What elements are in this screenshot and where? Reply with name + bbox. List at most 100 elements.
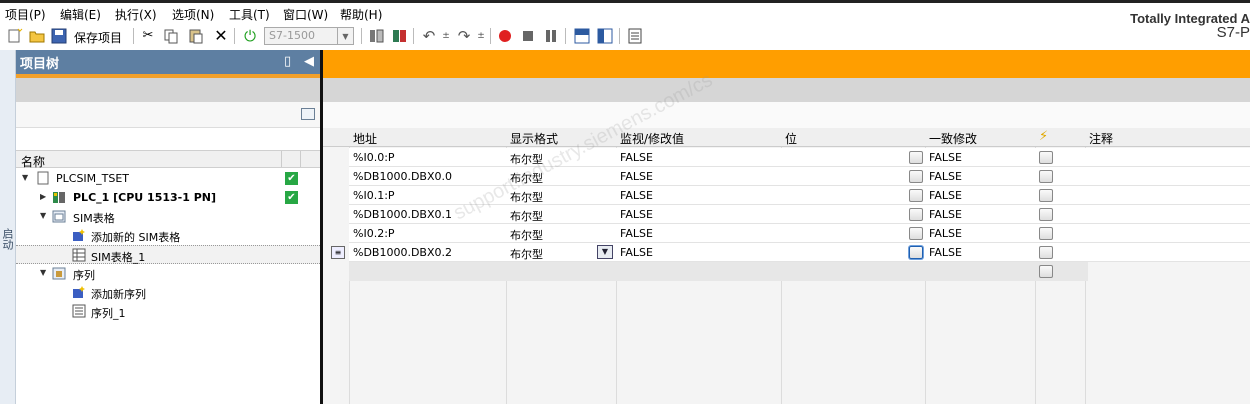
new-project-icon[interactable] [6, 27, 24, 45]
tree-item-sim-table-1[interactable]: SIM表格_1 [16, 245, 320, 264]
save-project-icon[interactable] [50, 27, 68, 45]
bit-column-header[interactable]: 位 [785, 130, 797, 147]
menu-tools[interactable]: 工具(T) [229, 6, 270, 23]
tree-item-sequence-1[interactable]: 序列_1 [16, 302, 320, 321]
format-cell[interactable]: 布尔型 [510, 246, 543, 262]
undo-dropdown-icon[interactable]: ± [437, 27, 455, 45]
address-column-header[interactable]: 地址 [353, 130, 377, 147]
pause-icon[interactable] [542, 27, 560, 45]
menu-project[interactable]: 项目(P) [5, 6, 46, 23]
redo-dropdown-icon[interactable]: ± [472, 27, 490, 45]
address-cell[interactable]: %DB1000.DBX0.1 [353, 208, 452, 221]
trigger-checkbox[interactable] [1039, 227, 1053, 240]
pin-icon[interactable]: ▯ [284, 54, 291, 69]
table-row[interactable]: %I0.2:P 布尔型 FALSE FALSE [349, 224, 1250, 243]
bit-checkbox[interactable] [909, 246, 923, 259]
consistent-value-cell[interactable]: FALSE [929, 170, 962, 183]
address-cell[interactable]: %I0.0:P [353, 151, 395, 164]
bit-checkbox[interactable] [909, 170, 923, 183]
device-config-icon[interactable] [368, 27, 386, 45]
bit-checkbox[interactable] [909, 151, 923, 164]
copy-icon[interactable] [162, 27, 180, 45]
consistent-modify-column-header[interactable]: 一致修改 [929, 130, 977, 147]
toolbar-separator [619, 28, 620, 44]
format-column-header[interactable]: 显示格式 [510, 130, 558, 147]
lightning-icon[interactable]: ⚡ [1039, 129, 1048, 144]
monitor-value-cell[interactable]: FALSE [620, 170, 653, 183]
address-cell[interactable]: %I0.1:P [353, 189, 395, 202]
address-cell[interactable]: %I0.2:P [353, 227, 395, 240]
monitor-value-cell[interactable]: FALSE [620, 151, 653, 164]
consistent-value-cell[interactable]: FALSE [929, 227, 962, 240]
side-tab-label: 启动 [1, 228, 14, 250]
bit-checkbox[interactable] [909, 208, 923, 221]
split-horizontal-icon[interactable] [573, 27, 591, 45]
table-row[interactable]: %I0.0:P 布尔型 FALSE FALSE [349, 148, 1250, 167]
device-select[interactable]: S7-1500 ▼ [264, 27, 354, 45]
menu-execute[interactable]: 执行(X) [115, 6, 157, 23]
menu-help[interactable]: 帮助(H) [340, 6, 382, 23]
redo-icon[interactable]: ↷ [455, 27, 473, 45]
table-row[interactable]: %DB1000.DBX0.0 布尔型 FALSE FALSE [349, 167, 1250, 186]
row-selector-icon[interactable]: ≡ [331, 246, 345, 259]
format-dropdown-button[interactable]: ▼ [597, 245, 613, 259]
record-icon[interactable] [496, 27, 514, 45]
tree-item-sim-tables[interactable]: ▼ SIM表格 [16, 207, 320, 226]
monitor-value-cell[interactable]: FALSE [620, 246, 653, 259]
device-select-value: S7-1500 [269, 29, 315, 42]
menu-edit[interactable]: 编辑(E) [60, 6, 101, 23]
properties-icon[interactable] [626, 27, 644, 45]
address-cell[interactable]: %DB1000.DBX0.0 [353, 170, 452, 183]
tree-item-add-sequence[interactable]: 添加新序列 [16, 283, 320, 302]
stop-icon[interactable] [519, 27, 537, 45]
collapse-panel-icon[interactable]: ◀ [304, 54, 314, 69]
expand-arrow-icon[interactable]: ▼ [40, 211, 46, 220]
sim-folder-icon [52, 209, 66, 223]
expand-arrow-icon[interactable]: ▶ [40, 192, 46, 201]
consistent-value-cell[interactable]: FALSE [929, 246, 962, 259]
open-project-icon[interactable] [28, 27, 46, 45]
toolbar: 保存项目 ✂ ✕ ⏻ S7-1500 ▼ ↶ ± ↷ ± [0, 24, 1110, 48]
monitor-value-cell[interactable]: FALSE [620, 189, 653, 202]
menu-options[interactable]: 选项(N) [172, 6, 214, 23]
paste-icon[interactable] [187, 27, 205, 45]
consistent-value-cell[interactable]: FALSE [929, 208, 962, 221]
tree-item-project[interactable]: ▼ PLCSIM_TSET ✔ [16, 169, 320, 188]
tree-item-add-sim-table[interactable]: 添加新的 SIM表格 [16, 226, 320, 245]
save-project-button[interactable]: 保存项目 [74, 29, 122, 46]
start-side-tab[interactable]: 启动 [0, 50, 16, 404]
new-entry-row[interactable] [349, 262, 1088, 281]
monitor-value-cell[interactable]: FALSE [620, 208, 653, 221]
power-icon[interactable]: ⏻ [241, 27, 259, 45]
comment-column-header[interactable]: 注释 [1089, 130, 1113, 147]
address-cell[interactable]: %DB1000.DBX0.2 [353, 246, 452, 259]
project-tree-spacer [16, 78, 320, 102]
network-view-icon[interactable] [391, 27, 409, 45]
trigger-checkbox[interactable] [1039, 170, 1053, 183]
tree-view-options-icon[interactable] [301, 108, 315, 120]
trigger-checkbox[interactable] [1039, 151, 1053, 164]
bit-checkbox[interactable] [909, 189, 923, 202]
bit-checkbox[interactable] [909, 227, 923, 240]
tree-item-label: 添加新序列 [91, 288, 146, 301]
split-vertical-icon[interactable] [596, 27, 614, 45]
tree-item-plc[interactable]: ▶ PLC_1 [CPU 1513-1 PN] ✔ [16, 188, 320, 207]
trigger-checkbox[interactable] [1039, 265, 1053, 278]
menu-window[interactable]: 窗口(W) [283, 6, 328, 23]
project-tree-title: 项目树 [20, 57, 60, 72]
format-cell[interactable]: 布尔型 [510, 227, 543, 243]
expand-arrow-icon[interactable]: ▼ [40, 268, 46, 277]
tree-item-sequences[interactable]: ▼ 序列 [16, 264, 320, 283]
table-row[interactable]: %DB1000.DBX0.2 布尔型 ▼ FALSE FALSE [349, 243, 1250, 262]
trigger-checkbox[interactable] [1039, 246, 1053, 259]
cut-icon[interactable]: ✂ [139, 27, 157, 45]
consistent-value-cell[interactable]: FALSE [929, 151, 962, 164]
trigger-checkbox[interactable] [1039, 208, 1053, 221]
delete-icon[interactable]: ✕ [212, 27, 230, 45]
expand-arrow-icon[interactable]: ▼ [22, 173, 28, 182]
undo-icon[interactable]: ↶ [420, 27, 438, 45]
trigger-checkbox[interactable] [1039, 189, 1053, 202]
format-cell[interactable]: 布尔型 [510, 208, 543, 224]
monitor-value-cell[interactable]: FALSE [620, 227, 653, 240]
consistent-value-cell[interactable]: FALSE [929, 189, 962, 202]
